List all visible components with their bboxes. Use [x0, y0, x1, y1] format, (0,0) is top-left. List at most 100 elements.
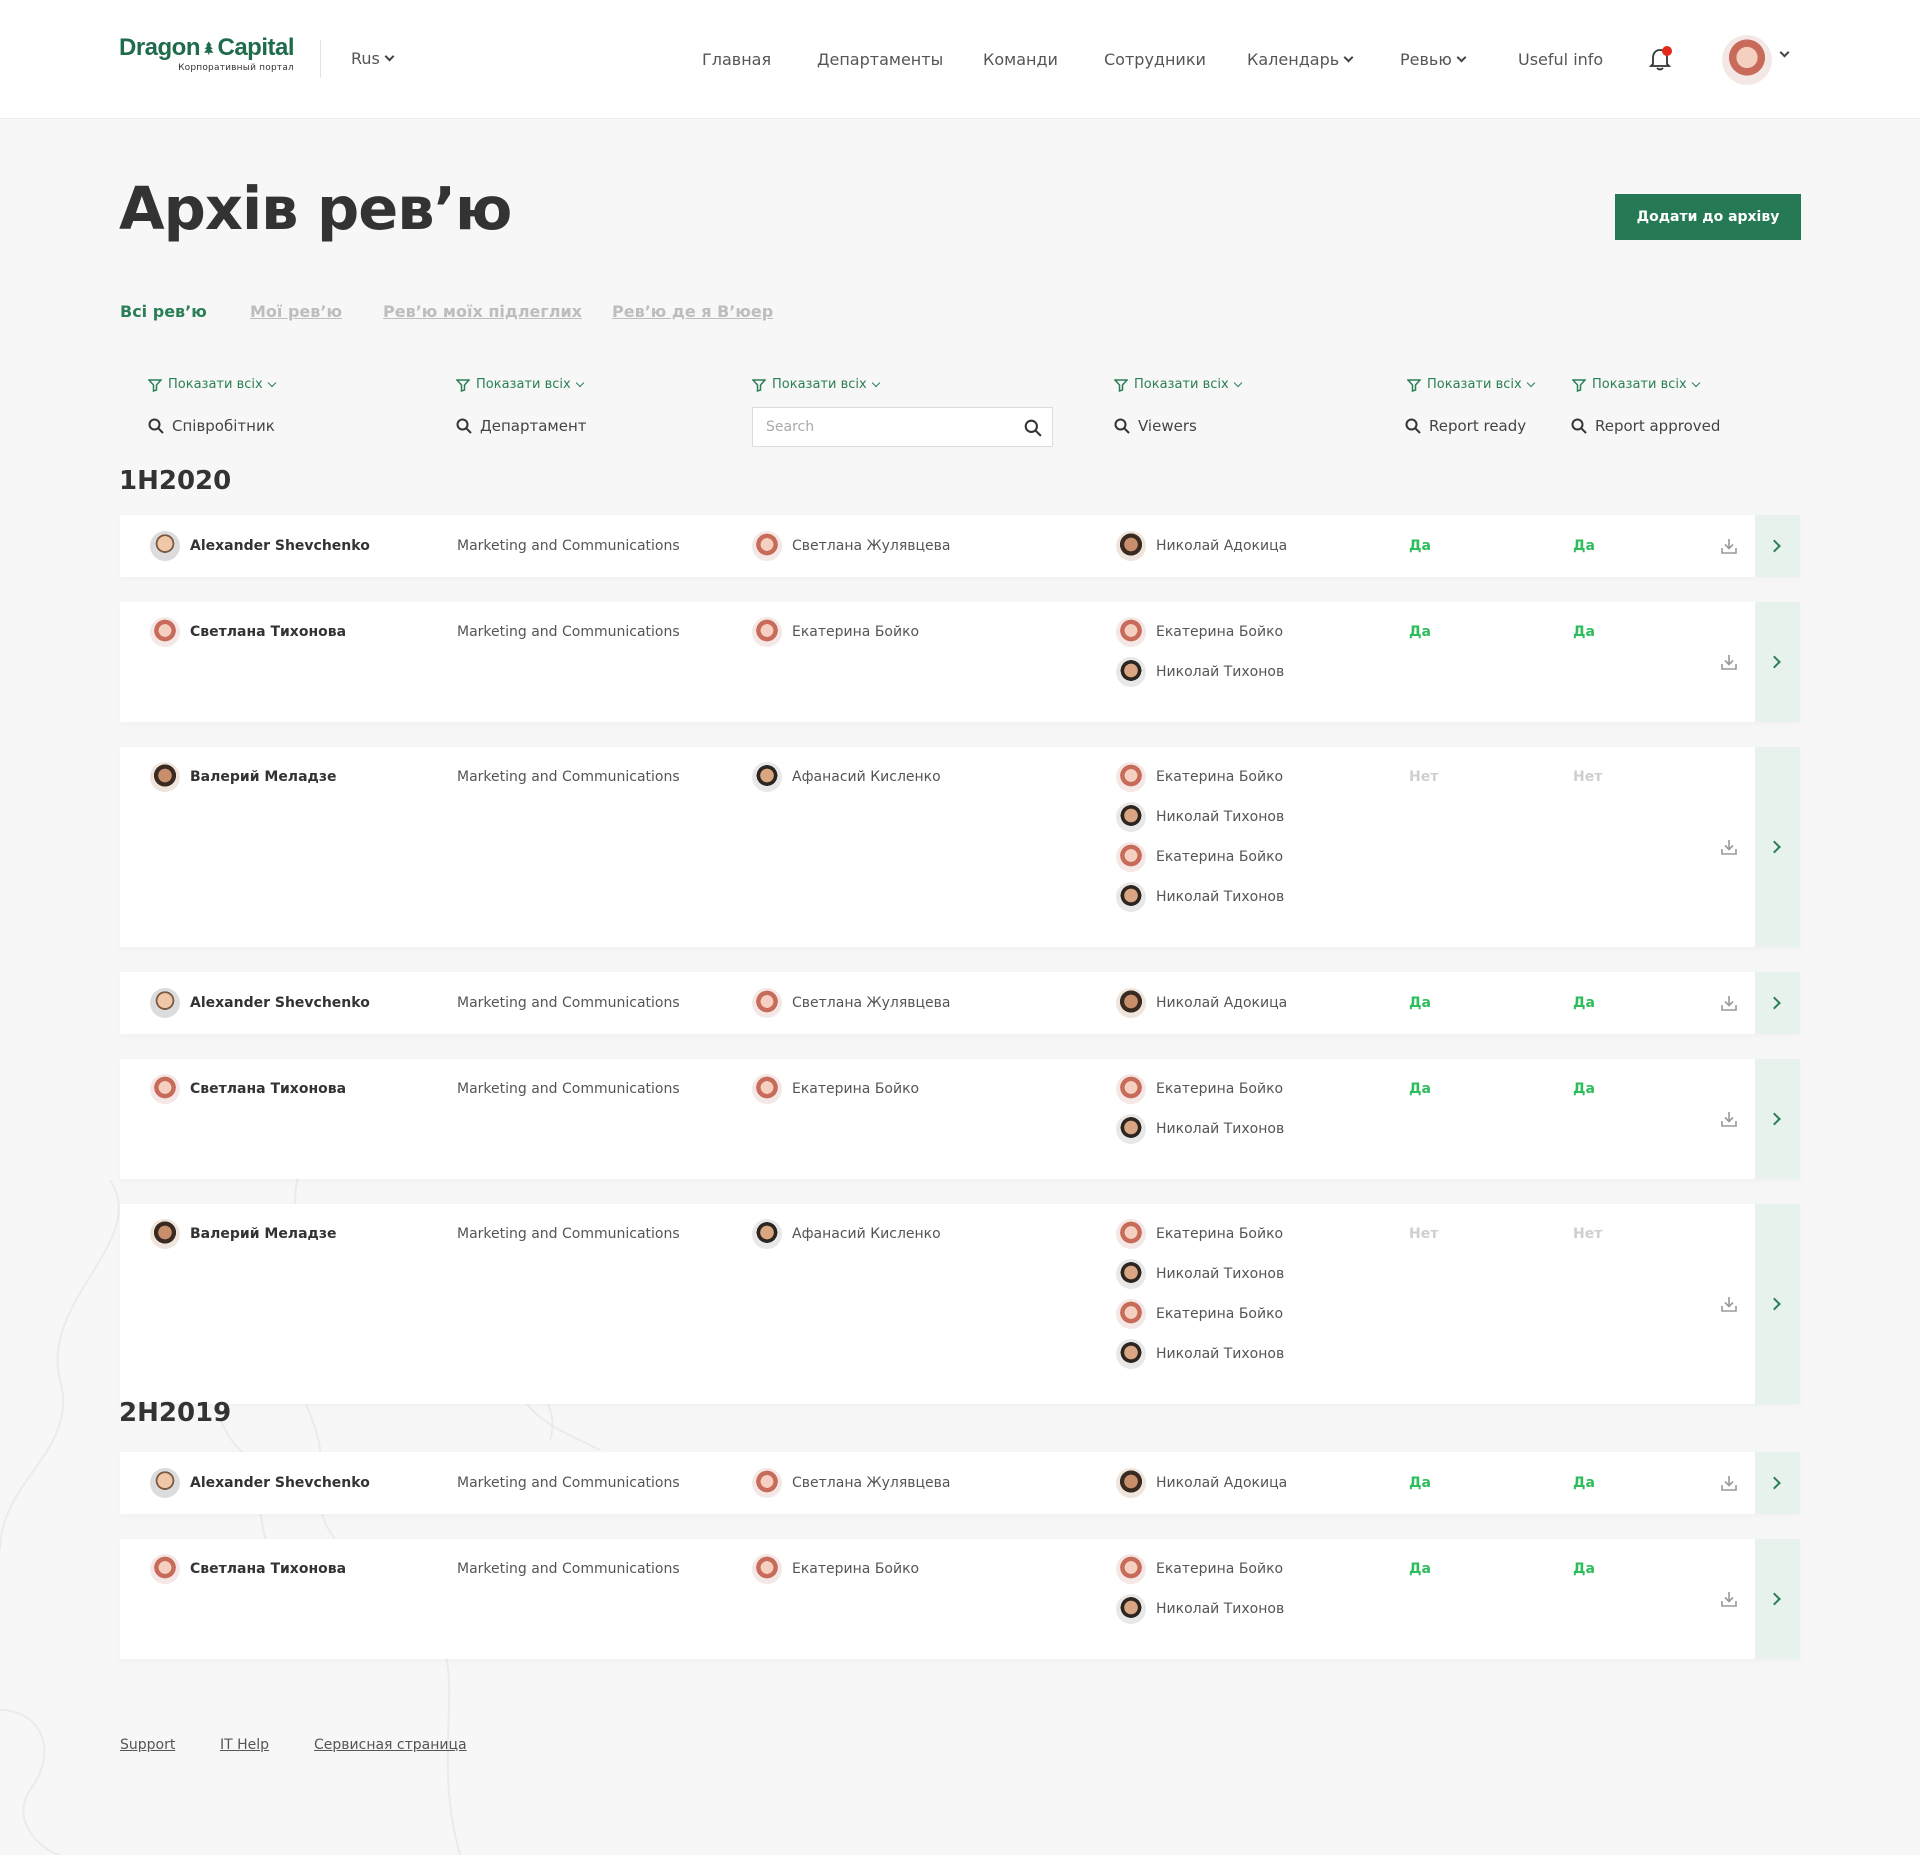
- employee-cell[interactable]: Валерий Меладзе: [150, 1219, 336, 1249]
- table-row[interactable]: Светлана Тихонова Marketing and Communica…: [120, 1539, 1800, 1659]
- table-row[interactable]: Alexander Shevchenko Marketing and Commun…: [120, 515, 1800, 577]
- table-row[interactable]: Валерий Меладзе Marketing and Communicati…: [120, 747, 1800, 947]
- viewer-item[interactable]: Николай Тихонов: [1116, 802, 1284, 832]
- table-row[interactable]: Светлана Тихонова Marketing and Communica…: [120, 1059, 1800, 1179]
- nav-item-reviews[interactable]: Ревью: [1400, 49, 1467, 69]
- viewer-item[interactable]: Николай Адокица: [1116, 988, 1287, 1018]
- language-selector[interactable]: Rus: [351, 49, 395, 68]
- employee-cell[interactable]: Alexander Shevchenko: [150, 531, 370, 561]
- manager-cell[interactable]: Афанасий Кисленко: [752, 1219, 941, 1249]
- download-icon[interactable]: [1720, 1110, 1738, 1128]
- nav-item-useful-info[interactable]: Useful info: [1518, 49, 1603, 69]
- search-icon[interactable]: [1024, 419, 1042, 437]
- table-row[interactable]: Валерий Меладзе Marketing and Communicati…: [120, 1204, 1800, 1404]
- filter-label: Показати всіх: [476, 377, 571, 392]
- manager-cell[interactable]: Екатерина Бойко: [752, 617, 919, 647]
- employee-cell[interactable]: Светлана Тихонова: [150, 1554, 346, 1584]
- open-review-button[interactable]: [1755, 515, 1800, 577]
- filter-manager-show-all[interactable]: Показати всіх: [752, 377, 880, 392]
- tab-my-reviews[interactable]: Мої ревʼю: [250, 302, 342, 321]
- filter-report-approved-show-all[interactable]: Показати всіх: [1572, 377, 1700, 392]
- open-review-button[interactable]: [1755, 747, 1800, 947]
- chevron-down-icon: [871, 378, 880, 387]
- employee-cell[interactable]: Alexander Shevchenko: [150, 988, 370, 1018]
- download-icon[interactable]: [1720, 1474, 1738, 1492]
- employee-cell[interactable]: Валерий Меладзе: [150, 762, 336, 792]
- employee-cell[interactable]: Светлана Тихонова: [150, 617, 346, 647]
- tab-subordinates-reviews[interactable]: Ревʼю моїх підлеглих: [383, 302, 582, 321]
- filter-viewers-show-all[interactable]: Показати всіх: [1114, 377, 1242, 392]
- viewer-item[interactable]: Екатерина Бойко: [1116, 1554, 1283, 1584]
- report-ready-column-search[interactable]: Report ready: [1405, 417, 1526, 435]
- chevron-down-icon[interactable]: [1779, 47, 1790, 58]
- manager-search-input[interactable]: [753, 409, 1003, 445]
- report-ready-status: Нет: [1409, 762, 1438, 792]
- filter-report-ready-show-all[interactable]: Показати всіх: [1407, 377, 1535, 392]
- viewer-item[interactable]: Николай Тихонов: [1116, 1114, 1284, 1144]
- nav-item-teams[interactable]: Команди: [983, 49, 1058, 69]
- table-row[interactable]: Alexander Shevchenko Marketing and Commun…: [120, 972, 1800, 1034]
- viewer-item[interactable]: Николай Тихонов: [1116, 882, 1284, 912]
- tab-all-reviews[interactable]: Всі ревʼю: [120, 302, 207, 321]
- nav-label: Календарь: [1247, 49, 1340, 69]
- viewer-item[interactable]: Николай Тихонов: [1116, 1594, 1284, 1624]
- viewer-item[interactable]: Екатерина Бойко: [1116, 617, 1283, 647]
- viewer-item[interactable]: Екатерина Бойко: [1116, 1074, 1283, 1104]
- download-icon[interactable]: [1720, 537, 1738, 555]
- download-icon[interactable]: [1720, 994, 1738, 1012]
- open-review-button[interactable]: [1755, 1539, 1800, 1659]
- manager-cell[interactable]: Светлана Жулявцева: [752, 531, 950, 561]
- viewer-item[interactable]: Николай Тихонов: [1116, 1339, 1284, 1369]
- manager-cell[interactable]: Екатерина Бойко: [752, 1554, 919, 1584]
- nav-item-employees[interactable]: Сотрудники: [1104, 49, 1206, 69]
- employee-column-search[interactable]: Співробітник: [148, 417, 275, 435]
- dragon-capital-logo[interactable]: Dragon Capital Корпоративный портал: [119, 34, 294, 73]
- open-review-button[interactable]: [1755, 1204, 1800, 1404]
- nav-item-departments[interactable]: Департаменты: [817, 49, 943, 69]
- report-approved-column-search[interactable]: Report approved: [1571, 417, 1720, 435]
- download-icon[interactable]: [1720, 1295, 1738, 1313]
- viewer-name: Екатерина Бойко: [1156, 624, 1284, 640]
- filter-employee-show-all[interactable]: Показати всіх: [148, 377, 276, 392]
- funnel-icon: [1114, 378, 1128, 392]
- viewer-item[interactable]: Николай Тихонов: [1116, 1259, 1284, 1289]
- employee-cell[interactable]: Светлана Тихонова: [150, 1074, 346, 1104]
- open-review-button[interactable]: [1755, 602, 1800, 722]
- footer-service-page-link[interactable]: Сервисная страница: [314, 1737, 467, 1753]
- manager-cell[interactable]: Афанасий Кисленко: [752, 762, 941, 792]
- download-icon[interactable]: [1720, 1590, 1738, 1608]
- download-icon[interactable]: [1720, 653, 1738, 671]
- table-row[interactable]: Светлана Тихонова Marketing and Communica…: [120, 602, 1800, 722]
- viewer-item[interactable]: Николай Адокица: [1116, 1468, 1287, 1498]
- open-review-button[interactable]: [1755, 972, 1800, 1034]
- manager-cell[interactable]: Светлана Жулявцева: [752, 1468, 950, 1498]
- manager-cell[interactable]: Светлана Жулявцева: [752, 988, 950, 1018]
- viewer-item[interactable]: Екатерина Бойко: [1116, 842, 1283, 872]
- manager-cell[interactable]: Екатерина Бойко: [752, 1074, 919, 1104]
- table-row[interactable]: Alexander Shevchenko Marketing and Commun…: [120, 1452, 1800, 1514]
- open-review-button[interactable]: [1755, 1452, 1800, 1514]
- viewer-item[interactable]: Екатерина Бойко: [1116, 1219, 1283, 1249]
- nav-item-calendar[interactable]: Календарь: [1247, 49, 1354, 69]
- department-column-search[interactable]: Департамент: [456, 417, 587, 435]
- viewer-item[interactable]: Екатерина Бойко: [1116, 762, 1283, 792]
- viewers-column-search[interactable]: Viewers: [1114, 417, 1197, 435]
- viewer-item[interactable]: Екатерина Бойко: [1116, 1299, 1283, 1329]
- filter-department-show-all[interactable]: Показати всіх: [456, 377, 584, 392]
- department-cell: Marketing and Communications: [457, 1219, 680, 1249]
- employee-cell[interactable]: Alexander Shevchenko: [150, 1468, 370, 1498]
- filter-label: Показати всіх: [772, 377, 867, 392]
- footer-it-help-link[interactable]: IT Help: [220, 1737, 269, 1753]
- download-icon[interactable]: [1720, 838, 1738, 856]
- open-review-button[interactable]: [1755, 1059, 1800, 1179]
- add-to-archive-button[interactable]: Додати до архіву: [1615, 194, 1801, 240]
- user-avatar[interactable]: [1722, 35, 1772, 85]
- viewer-item[interactable]: Николай Адокица: [1116, 531, 1287, 561]
- tab-viewer-reviews[interactable]: Ревʼю де я Вʼюер: [612, 302, 773, 321]
- notifications-bell-icon[interactable]: [1646, 46, 1674, 74]
- viewer-item[interactable]: Николай Тихонов: [1116, 657, 1284, 687]
- nav-item-home[interactable]: Главная: [702, 49, 771, 69]
- report-approved-status: Да: [1573, 1074, 1595, 1104]
- footer-support-link[interactable]: Support: [120, 1737, 175, 1753]
- chevron-right-icon: [1768, 655, 1781, 669]
